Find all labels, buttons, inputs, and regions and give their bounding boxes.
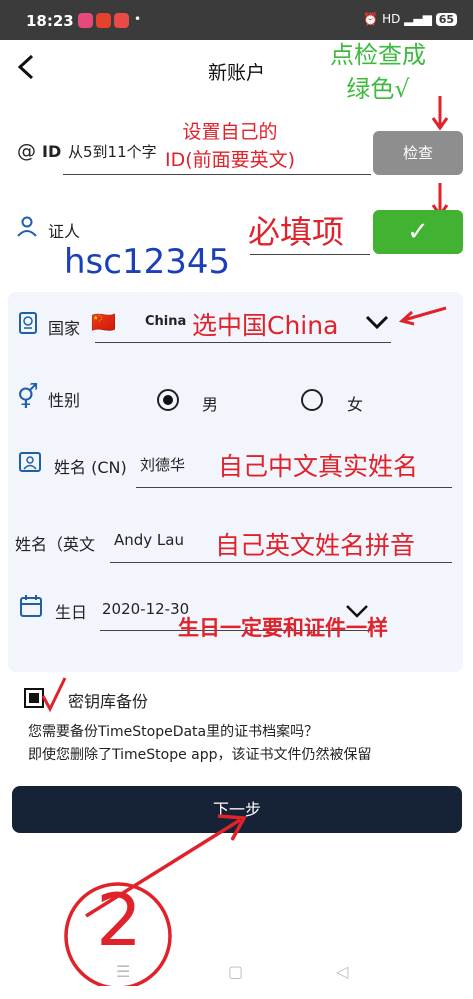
annotation-en-name: 自己英文姓名拼音 [215,531,416,560]
cert-field[interactable]: hsc12345 [64,242,230,282]
check-button[interactable]: 检查 [373,131,463,175]
id-underline [63,174,371,175]
annotation-check-green: 点检查成 绿色√ [330,41,426,103]
gender-label: 性别 [48,391,81,410]
annotation-required: 必填项 [248,213,345,251]
passport-icon [19,312,37,334]
gender-male-label: 男 [202,395,219,414]
calendar-icon [20,595,42,617]
app-notification-icon [96,13,111,28]
birthday-label: 生日 [55,603,88,622]
gender-male-radio[interactable] [157,389,179,411]
chevron-down-icon[interactable] [364,312,390,332]
battery-icon: 65 [435,13,457,26]
name-cn-label: 姓名 (CN) [54,458,127,477]
status-app-icons [78,13,132,29]
app-notification-icon [114,13,129,28]
annotation-arrow-icon [64,814,247,986]
name-en-label: 姓名（英文 [15,535,96,554]
china-flag-icon: 🇨🇳 [91,310,116,334]
backup-label: 密钥库备份 [68,692,149,711]
status-bar: 18:23 • ⏰ HD ▂▄▆ 65 [0,0,473,40]
gender-female-label: 女 [347,395,364,414]
status-right: ⏰ HD ▂▄▆ 65 [363,12,457,26]
annotation-cn-name: 自己中文真实姓名 [218,452,419,481]
annotation-arrow-icon [431,96,449,131]
annotation-step-number: 2 [96,878,142,962]
person-icon [17,216,37,237]
at-icon: @ [17,140,36,162]
nav-recents-icon[interactable]: ☰ [116,962,130,981]
confirm-button[interactable]: ✓ [373,210,463,254]
country-label: 国家 [48,319,81,338]
checkbox-checked-mark [29,693,39,703]
nav-home-icon[interactable]: ▢ [228,962,243,981]
backup-description: 即使您删除了TimeStope app，该证书文件仍然被保留 [28,747,372,763]
radio-selected-dot [163,395,173,405]
country-select[interactable] [95,342,391,343]
status-time: 18:23 [26,12,74,30]
annotation-arrow-icon [398,306,447,326]
birthday-field[interactable]: 2020-12-30 [102,600,189,618]
gender-icon: ⚥ [17,383,39,411]
network-hd-label: HD [382,12,401,26]
name-en-field[interactable]: Andy Lau [114,531,184,549]
app-notification-icon [78,13,93,28]
annotation-birthday-same: 生日一定要和证件一样 [178,616,388,640]
name-en-underline [110,562,452,563]
annotation-choose-china: 选中国China [192,311,339,340]
cert-label: 证人 [48,222,81,241]
annotation-check-mark-icon [41,677,67,712]
cert-underline [250,254,370,255]
backup-question: 您需要备份TimeStopeData里的证书档案吗？ [28,724,319,740]
id-field[interactable]: 从5到11个字 [68,141,157,162]
annotation-set-id: 设置自己的 ID(前面要英文) [165,121,296,171]
alarm-icon: ⏰ [363,12,379,26]
name-cn-underline [136,487,452,488]
id-label: ID [42,142,62,161]
signal-icon: ▂▄▆ [404,12,432,26]
status-dot: • [134,12,142,26]
name-cn-field[interactable]: 刘德华 [140,454,185,475]
gender-female-radio[interactable] [301,389,323,411]
country-value: China [145,314,187,329]
nav-back-icon[interactable]: ◁ [336,962,348,981]
id-card-icon [19,452,41,472]
